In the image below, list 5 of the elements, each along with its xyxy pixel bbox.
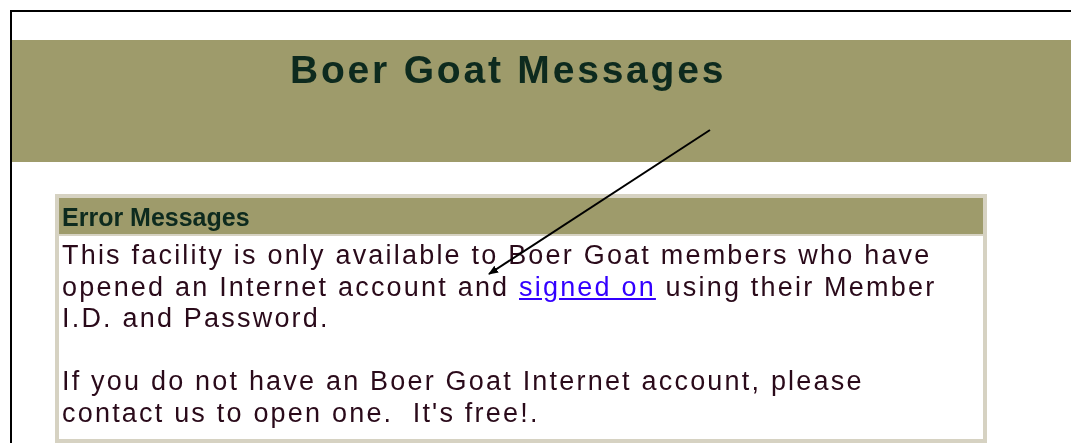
- message-paragraph: If you do not have an Boer Goat Internet account, please contact us to open one. It's free!.: [62, 366, 865, 429]
- panel-heading: Error Messages: [62, 203, 250, 231]
- message-paragraph: This facility is only available to Boer Goat members who have opened an Internet account and signed on using their Member I.D. and Password.: [62, 240, 938, 335]
- page-title: Boer Goat Messages: [290, 47, 727, 93]
- sign-on-link[interactable]: signed on: [519, 271, 656, 302]
